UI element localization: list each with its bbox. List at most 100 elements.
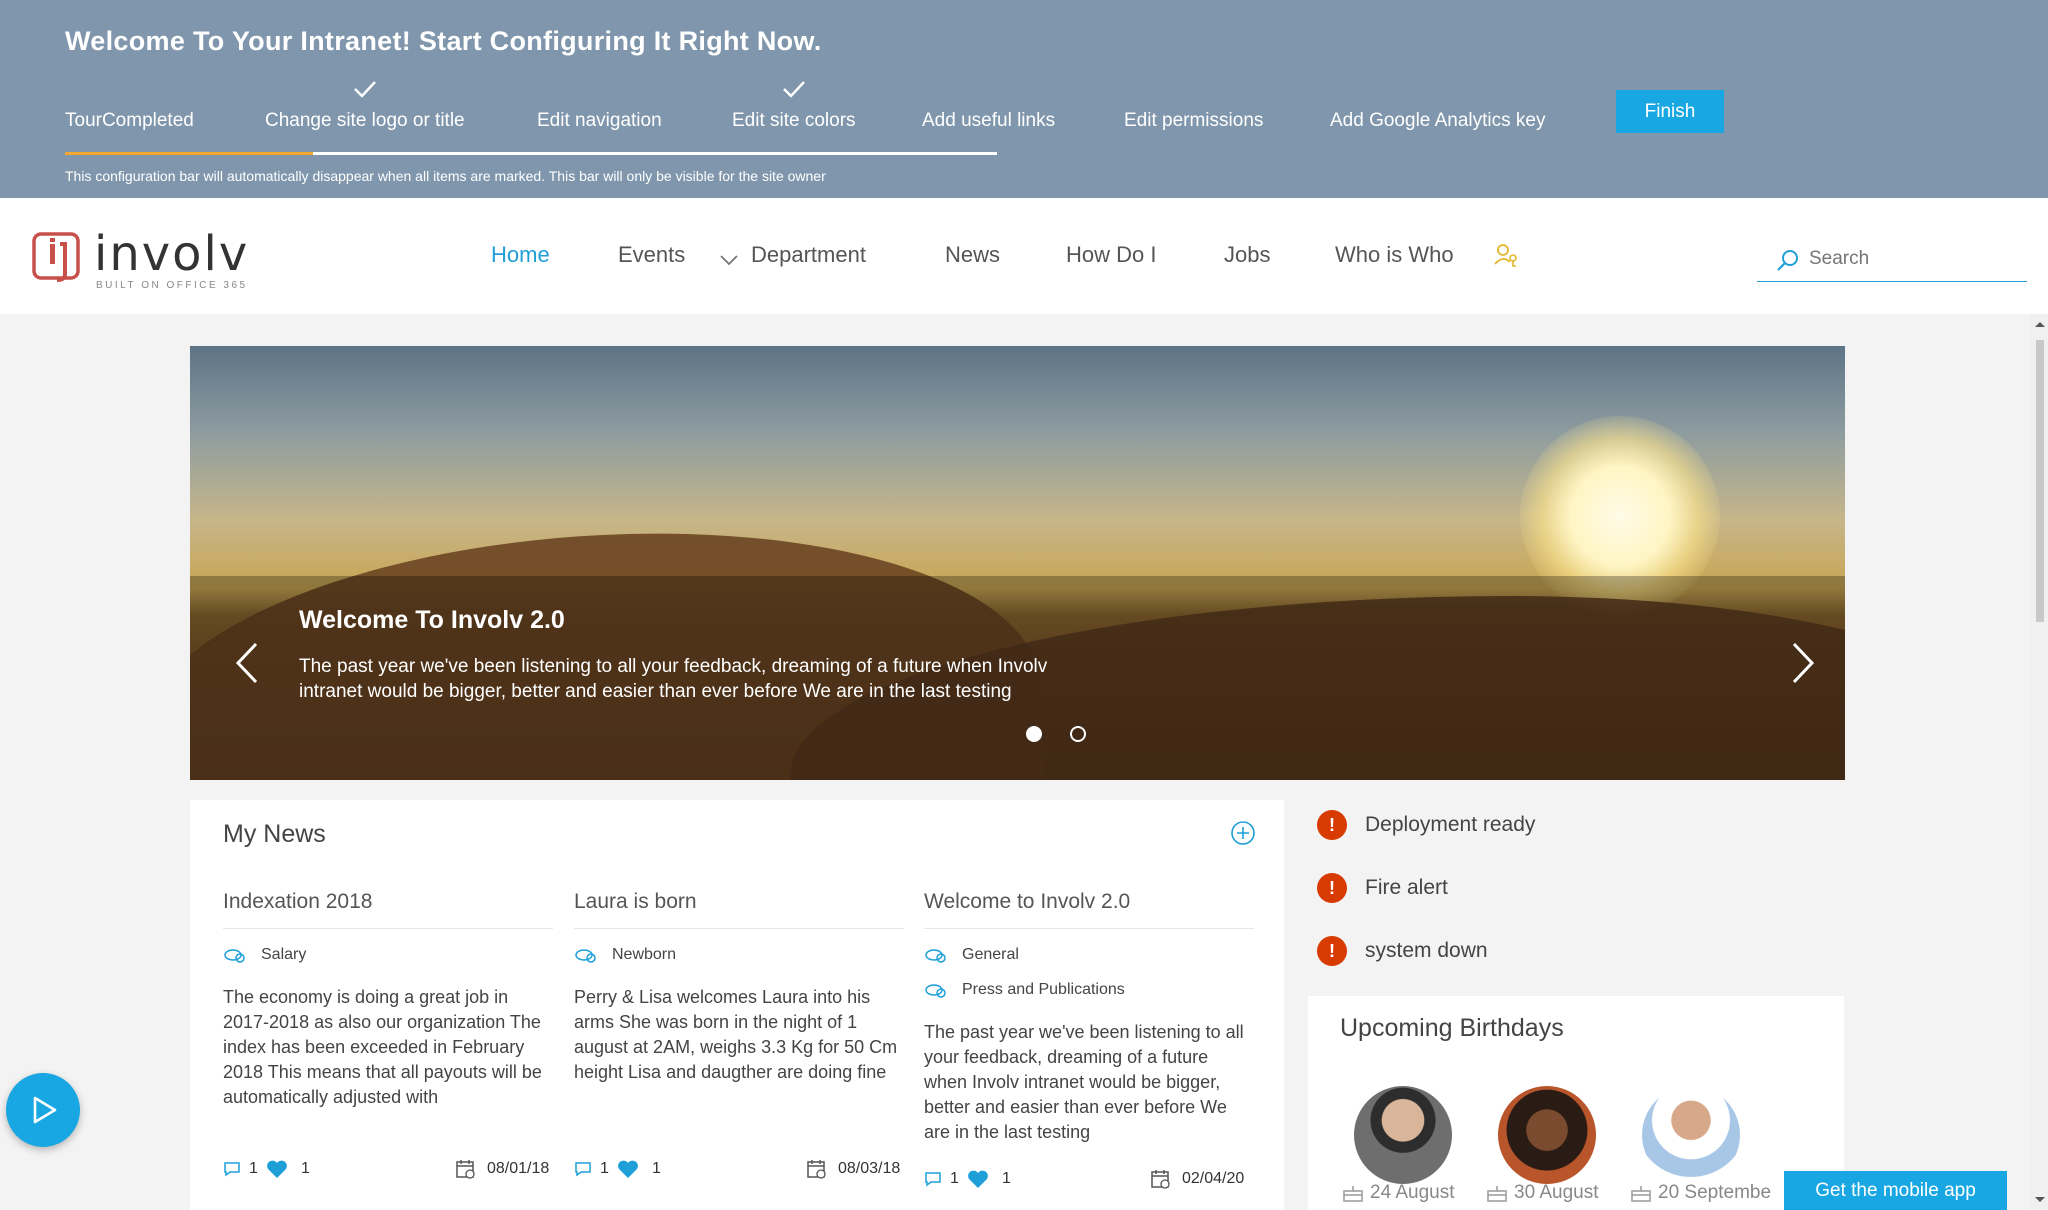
nav-how-do-i[interactable]: How Do I	[1066, 242, 1156, 268]
heart-icon	[618, 1160, 638, 1178]
nav-department[interactable]: Department	[751, 242, 866, 268]
news-item-title[interactable]: Indexation 2018	[223, 890, 553, 929]
birthday-date-value: 24 August	[1370, 1182, 1455, 1203]
news-item-title[interactable]: Laura is born	[574, 890, 904, 929]
cake-icon	[1487, 1186, 1507, 1202]
comment-count-value: 1	[249, 1160, 258, 1177]
birthday-date: 30 August	[1486, 1182, 1599, 1204]
step-change-site-logo[interactable]: Change site logo or title	[265, 81, 465, 132]
news-item-meta: 1 1 02/04/20	[924, 1167, 1254, 1191]
step-label: Change site logo or title	[265, 110, 465, 131]
news-tag-label: General	[962, 946, 1019, 963]
step-edit-navigation[interactable]: Edit navigation	[537, 110, 662, 132]
like-count[interactable]: 1	[616, 1157, 661, 1181]
news-item-body: The past year we've been listening to al…	[924, 1022, 1244, 1142]
like-count-value: 1	[652, 1160, 661, 1177]
news-date: 02/04/20	[1150, 1167, 1244, 1191]
play-icon	[33, 1096, 57, 1124]
comment-count[interactable]: 1	[924, 1167, 959, 1191]
scrollbar[interactable]	[2030, 314, 2048, 1210]
step-label: Edit permissions	[1124, 110, 1264, 131]
alert-item[interactable]: ! Deployment ready	[1317, 809, 1535, 841]
search-box[interactable]	[1757, 240, 2027, 282]
alert-icon: !	[1317, 873, 1347, 903]
nav-home[interactable]: Home	[491, 242, 550, 268]
alert-item[interactable]: ! Fire alert	[1317, 872, 1448, 904]
alert-item[interactable]: ! system down	[1317, 935, 1488, 967]
birthdays-title: Upcoming Birthdays	[1340, 1014, 1564, 1042]
step-label: Add Google Analytics key	[1330, 110, 1546, 131]
news-item-meta: 1 1 08/03/18	[574, 1157, 904, 1181]
like-count[interactable]: 1	[265, 1157, 310, 1181]
config-title: Welcome To Your Intranet! Start Configur…	[65, 26, 822, 56]
news-item-title[interactable]: Welcome to Involv 2.0	[924, 890, 1254, 929]
news-item-body: Perry & Lisa welcomes Laura into his arm…	[574, 987, 898, 1082]
site-logo[interactable]: involv BUILT ON OFFICE 365	[32, 226, 252, 291]
news-tag[interactable]: Salary	[223, 945, 553, 965]
cake-icon	[1343, 1186, 1363, 1202]
nav-who-is-who[interactable]: Who is Who	[1335, 242, 1454, 268]
birthday-date: 24 August	[1342, 1182, 1455, 1204]
slider-dot[interactable]	[1070, 726, 1086, 742]
nav-jobs[interactable]: Jobs	[1224, 242, 1270, 268]
scroll-up-icon[interactable]	[2034, 320, 2046, 328]
finish-button[interactable]: Finish	[1616, 90, 1724, 133]
hero-text: The past year we've been listening to al…	[299, 656, 1048, 702]
search-icon	[1777, 250, 1798, 271]
comment-icon	[575, 1162, 591, 1177]
chevron-down-icon[interactable]	[720, 254, 738, 266]
logo-text: involv	[94, 226, 250, 282]
slider-dots	[190, 726, 1845, 746]
comment-count-value: 1	[600, 1160, 609, 1177]
birthday-date-value: 30 August	[1514, 1182, 1599, 1203]
scrollbar-thumb[interactable]	[2036, 340, 2044, 622]
get-mobile-app-button[interactable]: Get the mobile app	[1784, 1171, 2007, 1210]
calendar-icon	[807, 1160, 826, 1179]
news-item-meta: 1 1 08/01/18	[223, 1157, 553, 1181]
birthday-date: 20 Septembe	[1630, 1182, 1771, 1204]
comment-icon	[925, 1172, 941, 1187]
alert-icon: !	[1317, 936, 1347, 966]
step-label: Add useful links	[922, 110, 1056, 131]
calendar-icon	[456, 1160, 475, 1179]
step-edit-permissions[interactable]: Edit permissions	[1124, 110, 1263, 132]
news-item[interactable]: Indexation 2018 Salary The economy is do…	[223, 890, 553, 1110]
play-tour-button[interactable]	[6, 1073, 80, 1147]
step-tour-completed[interactable]: TourCompleted	[65, 110, 194, 132]
step-add-useful-links[interactable]: Add useful links	[922, 110, 1055, 132]
config-note: This configuration bar will automaticall…	[65, 168, 826, 184]
alert-icon: !	[1317, 810, 1347, 840]
tag-icon	[925, 949, 946, 963]
avatar	[1642, 1086, 1740, 1184]
alert-text: Deployment ready	[1365, 813, 1536, 836]
news-date: 08/03/18	[806, 1157, 900, 1181]
add-circle-icon[interactable]	[1230, 820, 1256, 846]
chevron-left-icon[interactable]	[228, 638, 268, 688]
news-tag[interactable]: General	[924, 945, 1254, 965]
nav-news[interactable]: News	[945, 242, 1000, 268]
progress-line	[313, 152, 997, 155]
user-key-icon[interactable]	[1494, 242, 1520, 268]
search-input[interactable]	[1809, 248, 2009, 270]
scroll-down-icon[interactable]	[2034, 1196, 2046, 1204]
news-item[interactable]: Welcome to Involv 2.0 General Press and …	[924, 890, 1254, 1145]
step-edit-site-colors[interactable]: Edit site colors	[732, 81, 856, 132]
news-tag[interactable]: Newborn	[574, 945, 904, 965]
like-count-value: 1	[301, 1160, 310, 1177]
tag-icon	[925, 984, 946, 998]
news-item[interactable]: Laura is born Newborn Perry & Lisa welco…	[574, 890, 904, 1085]
checkmark-icon	[782, 81, 805, 98]
chevron-right-icon[interactable]	[1782, 638, 1822, 688]
comment-count-value: 1	[950, 1170, 959, 1187]
nav-events[interactable]: Events	[618, 242, 685, 268]
news-tag[interactable]: Press and Publications	[924, 980, 1254, 1000]
like-count[interactable]: 1	[966, 1167, 1011, 1191]
step-label: Edit site colors	[732, 110, 856, 131]
comment-count[interactable]: 1	[223, 1157, 258, 1181]
news-date-value: 02/04/20	[1182, 1170, 1245, 1187]
alert-text: system down	[1365, 939, 1488, 962]
birthday-date-value: 20 Septembe	[1658, 1182, 1772, 1203]
slider-dot-active[interactable]	[1026, 726, 1042, 742]
step-add-google-analytics[interactable]: Add Google Analytics key	[1330, 110, 1545, 132]
comment-count[interactable]: 1	[574, 1157, 609, 1181]
